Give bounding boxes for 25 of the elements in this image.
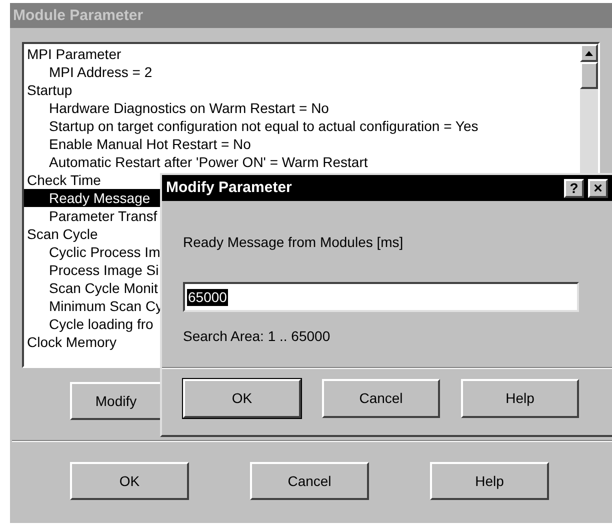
scroll-up-button[interactable] [580, 44, 598, 62]
dialog-button[interactable]: Help [430, 462, 549, 500]
tree-item[interactable]: Startup on target configuration not equal to actual configuration = Yes [24, 117, 580, 135]
dialog-button[interactable]: OK [70, 462, 189, 500]
close-button[interactable]: × [588, 178, 608, 198]
prompt-label: Ready Message from Modules [ms] [183, 233, 404, 252]
tree-item[interactable]: Enable Manual Hot Restart = No [24, 135, 580, 153]
scroll-thumb[interactable] [580, 62, 598, 89]
value-field[interactable]: 65000 [183, 282, 579, 312]
help-button[interactable]: ? [564, 178, 584, 198]
modify-button[interactable]: Modify [70, 382, 162, 420]
tree-item[interactable]: MPI Address = 2 [24, 63, 580, 81]
dialog-title: Modify Parameter [166, 178, 293, 198]
tree-item[interactable]: Automatic Restart after 'Power ON' = Warm Restart [24, 153, 580, 171]
tree-item[interactable]: Startup [24, 81, 580, 99]
field-value: 65000 [187, 288, 228, 306]
dialog-button[interactable]: OK [183, 379, 301, 418]
tree-item[interactable]: Hardware Diagnostics on Warm Restart = No [24, 99, 580, 117]
up-arrow-icon [585, 50, 593, 56]
dialog-button[interactable]: Help [461, 379, 579, 418]
dialog-button[interactable]: Cancel [250, 462, 369, 500]
dialog-button[interactable]: Cancel [322, 379, 440, 418]
window-title: Module Parameter [10, 3, 612, 28]
range-label: Search Area: 1 .. 65000 [183, 327, 332, 346]
tree-item[interactable]: MPI Parameter [24, 45, 580, 63]
